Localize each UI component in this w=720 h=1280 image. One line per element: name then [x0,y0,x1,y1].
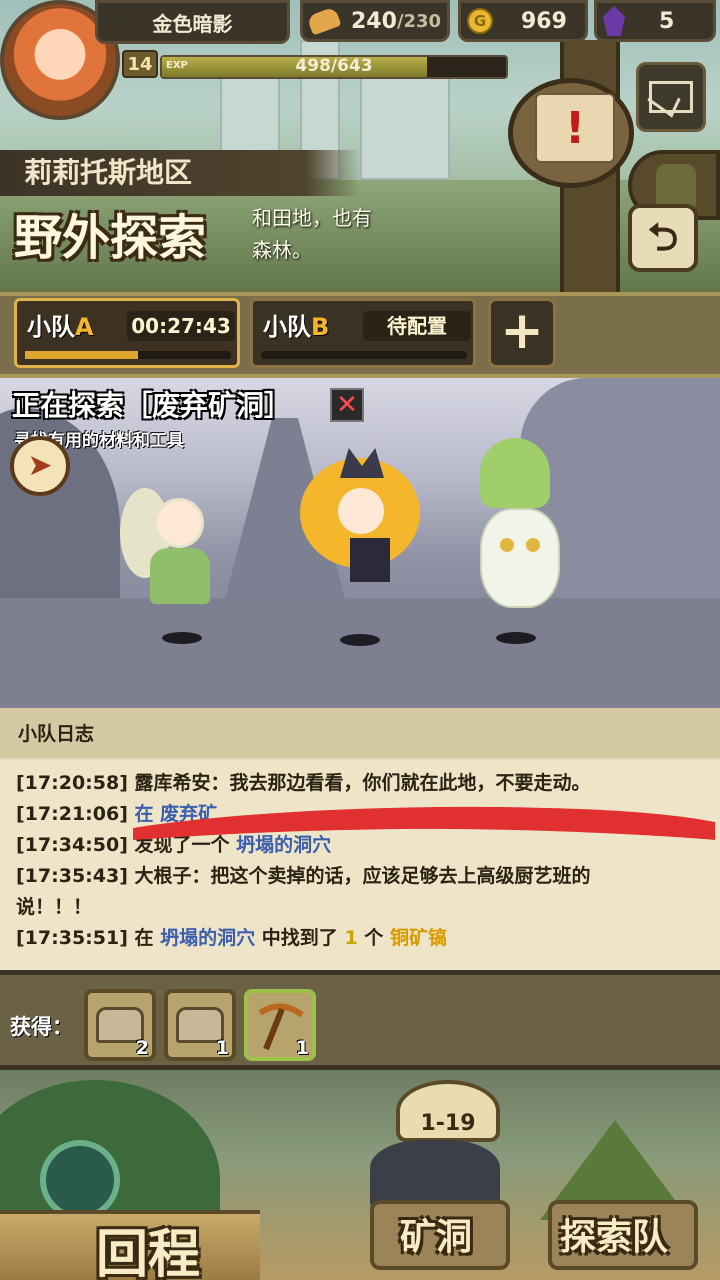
radish-character[interactable] [470,438,570,618]
reward-slot[interactable]: 2 [84,989,156,1061]
reward-count: 1 [215,1037,229,1059]
team-b-letter: B [311,313,330,341]
log-entry: [17:20:58] 露库希安：我去那边看看，你们就在此地，不要走动。 [16,772,591,794]
stamina-max: /230 [396,10,442,32]
castle-wall [360,70,450,180]
arrow-right-icon: ➤ [27,448,53,483]
back-button[interactable]: ⮌ [628,204,698,272]
gold-value: 969 [521,8,567,34]
swirl-icon [40,1140,120,1220]
region-description-1: 和田地，也有 [252,206,372,230]
log-header: 小队日志 [0,708,720,758]
mine-button[interactable]: 矿洞 [400,1208,472,1260]
team-a-prefix: 小队 [27,313,75,341]
log-body[interactable]: [17:20:58] 露库希安：我去那边看看，你们就在此地，不要走动。 [17:… [0,760,720,970]
stage-badge: 1-19 [396,1080,500,1142]
scroll-icon: ! [535,93,615,163]
team-b-label: 小队B [263,307,329,347]
red-annotation-stroke [133,806,715,840]
log-entry-continued: 说！！！ [16,896,93,918]
exploration-team-button[interactable]: 探索队 [560,1208,668,1260]
log-entry: [17:35:43] 大根子：把这个卖掉的话，应该足够去上高级厨艺班的 [16,865,591,887]
stamina-display[interactable]: 240/230 [300,0,450,42]
cave-floor [0,598,720,708]
mail-button[interactable] [636,62,706,132]
team-b-progress [261,351,467,359]
backpack-icon [656,164,696,208]
gold-display[interactable]: G 969 [458,0,588,42]
bread-icon [306,6,342,36]
tab-team-b[interactable]: 小队B 待配置 [250,298,476,368]
exp-text: 498/643 [295,56,373,76]
return-button[interactable]: 回程 [96,1212,200,1280]
exploration-title: 正在探索［废弃矿洞］ [12,389,293,422]
rewards-label: 获得： [10,1015,73,1039]
log-entry: [17:35:51] 在 坍塌的洞穴 中找到了 1 个 铜矿镐 [16,927,447,949]
envelope-icon [647,81,693,118]
crystal-value: 5 [659,8,675,34]
reward-slot[interactable]: 1 [164,989,236,1061]
exploration-scene: 正在探索［废弃矿洞］ ✕ 寻找有用的材料和工具 ➤ [0,378,720,708]
region-name: 莉莉托斯地区 [0,150,360,196]
team-a-letter: A [75,313,94,341]
tab-team-a[interactable]: 小队A 00:27:43 [14,298,240,368]
team-log-panel: 小队日志 [17:20:58] 露库希安：我去那边看看，你们就在此地，不要走动。… [0,708,720,970]
reward-count: 1 [295,1037,309,1059]
bottom-navigation: 1-19 回程 矿洞 探索队 [0,1070,720,1280]
team-b-prefix: 小队 [263,313,311,341]
crystal-display[interactable]: 5 [594,0,716,42]
player-level: 14 [122,50,158,78]
player-name: 金色暗影 [95,0,290,44]
exclamation-icon: ! [565,103,586,154]
purple-crystal-icon [603,6,625,36]
fairy-character[interactable] [120,478,220,608]
team-b-status: 待配置 [363,311,471,341]
team-a-label: 小队A [27,307,94,347]
reward-slot[interactable]: 1 [244,989,316,1061]
team-a-timer: 00:27:43 [127,311,235,341]
direction-button[interactable]: ➤ [10,436,70,496]
gold-coin-icon: G [467,8,493,34]
golden-warrior-character[interactable] [290,438,430,588]
quest-button[interactable]: ! [508,78,634,188]
cancel-exploration-button[interactable]: ✕ [330,388,364,422]
add-team-button[interactable]: + [488,298,556,368]
reward-count: 2 [135,1037,149,1059]
back-arrow-icon: ⮌ [647,215,679,259]
mode-title: 野外探索 [14,210,207,266]
rewards-bar: 获得： 2 1 1 [0,970,720,1070]
team-a-progress [25,351,231,359]
region-description-2: 森林。 [252,238,312,262]
stamina-value: 240 [351,8,397,34]
